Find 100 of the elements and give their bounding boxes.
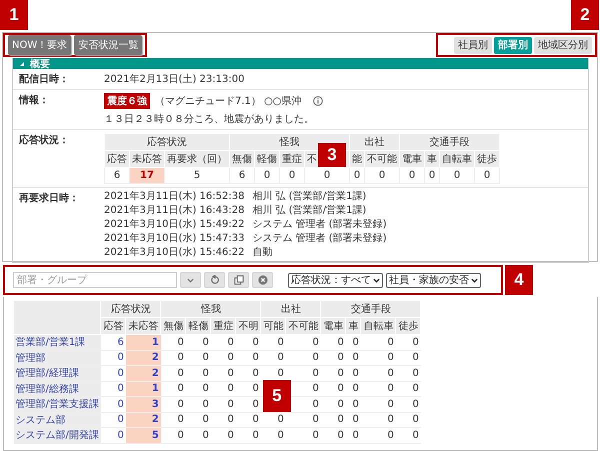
table-cell: 0 — [360, 366, 396, 381]
table-cell: 0 — [346, 366, 361, 381]
table-cell: 6 — [230, 168, 254, 184]
section-title: 概要 — [30, 58, 50, 70]
table-cell: 0 — [186, 334, 211, 350]
status-select[interactable]: 応答状況：すべて — [288, 272, 383, 288]
table-cell: 0 — [346, 381, 361, 396]
info-icon[interactable] — [312, 96, 323, 106]
dropdown-button[interactable] — [180, 272, 201, 288]
table-cell: 0 — [210, 350, 236, 366]
table-cell: 0 — [304, 168, 350, 184]
table-cell: 0 — [440, 168, 474, 184]
table-cell: 0 — [210, 366, 236, 381]
table-cell: 0 — [396, 396, 421, 412]
table-cell: 0 — [474, 168, 500, 184]
refresh-icon — [210, 275, 220, 285]
clear-button[interactable] — [252, 272, 273, 288]
table-cell: 0 — [210, 428, 236, 443]
table-cell: 0 — [160, 412, 186, 428]
column-header: 不可能 — [286, 318, 321, 334]
table-cell: 0 — [260, 334, 286, 350]
count-link[interactable]: 1 — [126, 381, 161, 396]
caret-icon — [20, 62, 24, 66]
table-cell: 0 — [210, 412, 236, 428]
table-cell: 17 — [130, 168, 164, 184]
section-header[interactable]: 概要 — [13, 58, 588, 69]
group-header: 交通手段 — [400, 134, 500, 150]
table-cell: 0 — [236, 428, 261, 443]
column-header: 可能 — [260, 318, 286, 334]
table-cell: 0 — [160, 396, 186, 412]
table-cell: 0 — [320, 334, 346, 350]
table-cell: 0 — [260, 428, 286, 443]
table-cell: 0 — [236, 412, 261, 428]
copy-button[interactable] — [228, 272, 249, 288]
callout-badge: 4 — [505, 265, 533, 295]
table-cell: 0 — [186, 396, 211, 412]
count-link[interactable]: 2 — [126, 350, 161, 366]
table-cell: 0 — [236, 350, 261, 366]
column-header: 未応答 — [130, 150, 164, 168]
column-header: 軽傷 — [254, 150, 280, 168]
table-cell: 0 — [286, 334, 321, 350]
column-header: 無傷 — [160, 318, 186, 334]
table-cell: 0 — [186, 381, 211, 396]
table-cell: 0 — [260, 412, 286, 428]
request-time: 2021年3月10日(水) 15:46:22 — [104, 247, 244, 259]
callout-badge: 3 — [318, 143, 346, 167]
action-button[interactable]: NOW！要求 — [8, 35, 72, 55]
table-cell: 0 — [346, 334, 361, 350]
requester-name: システム 管理者 (部署未登録) — [252, 219, 387, 231]
field-label: 再要求日時： — [19, 192, 80, 206]
table-cell: 0 — [186, 428, 211, 443]
scope-select[interactable]: 社員・家族の安否 — [386, 272, 481, 288]
count-link[interactable]: 1 — [126, 334, 161, 350]
column-header: 重症 — [210, 318, 236, 334]
table-cell: 0 — [396, 366, 421, 381]
table-cell: 0 — [160, 334, 186, 350]
table-cell: 0 — [364, 168, 400, 184]
table-cell: 0 — [210, 396, 236, 412]
column-header: 不明 — [236, 318, 261, 334]
count-link[interactable]: 5 — [126, 428, 161, 443]
column-header: 不可能 — [364, 150, 400, 168]
view-tab[interactable]: 地域区分別 — [534, 36, 592, 54]
count-link[interactable]: 2 — [126, 412, 161, 428]
table-cell: 0 — [320, 396, 346, 412]
table-cell: 0 — [160, 366, 186, 381]
table-cell: 0 — [260, 350, 286, 366]
view-tab[interactable]: 社員別 — [454, 36, 492, 54]
group-header: 応答状況 — [104, 134, 230, 150]
group-header: 怪我 — [160, 300, 261, 318]
count-link[interactable]: 3 — [126, 396, 161, 412]
table-cell: 0 — [160, 350, 186, 366]
group-header: 交通手段 — [320, 300, 421, 318]
group-field[interactable]: 部署・グループ — [13, 272, 177, 288]
group-header: 出社 — [260, 300, 321, 318]
copy-icon — [234, 275, 244, 285]
table-cell: 0 — [396, 412, 421, 428]
table-cell: 0 — [236, 334, 261, 350]
chevron-down-icon — [187, 276, 194, 284]
quake-message: １３日２３時０８分ころ、地震がありました。 — [104, 112, 315, 126]
table-cell: 0 — [360, 381, 396, 396]
column-header: 再要求（回） — [164, 150, 230, 168]
table-cell: 0 — [320, 412, 346, 428]
table-cell: 0 — [346, 428, 361, 443]
chevron-down-icon — [471, 276, 478, 284]
action-button[interactable]: 安否状況一覧 — [74, 35, 142, 55]
column-header: 自転車 — [360, 318, 396, 334]
table-cell: 0 — [236, 396, 261, 412]
callout-badge: 5 — [262, 380, 291, 412]
table-cell: 0 — [254, 168, 280, 184]
count-link[interactable]: 2 — [126, 366, 161, 381]
column-header: 応答 — [100, 318, 126, 334]
field-label: 配信日時： — [19, 72, 70, 86]
table-cell: 0 — [320, 381, 346, 396]
requester-name: システム 管理者 (部署未登録) — [252, 233, 387, 245]
field-label: 応答状況： — [19, 133, 70, 148]
table-cell: 0 — [396, 334, 421, 350]
table-cell: 0 — [360, 334, 396, 350]
reset-button[interactable] — [204, 272, 225, 288]
table-cell: 0 — [346, 350, 361, 366]
table-cell: 0 — [160, 428, 186, 443]
